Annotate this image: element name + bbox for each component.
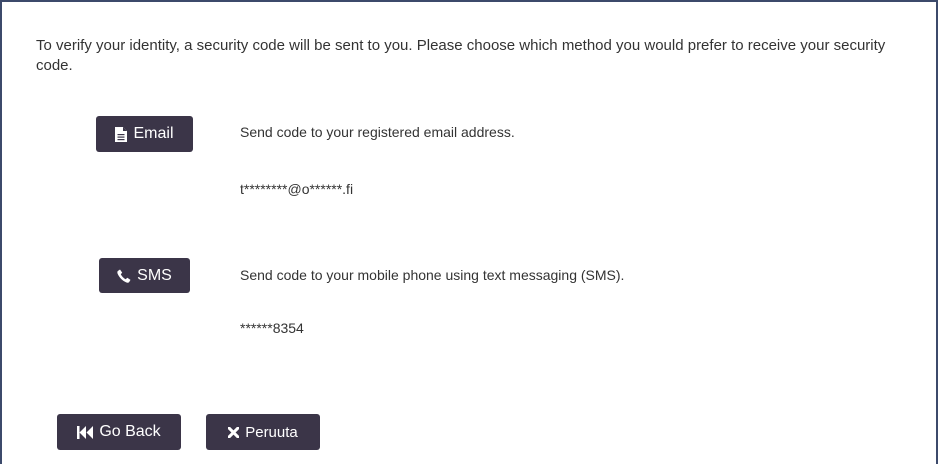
phone-icon — [117, 269, 131, 283]
document-icon — [115, 126, 128, 142]
intro-text: To verify your identity, a security code… — [36, 37, 886, 74]
cancel-label: Peruuta — [245, 423, 298, 441]
go-back-button[interactable]: Go Back — [57, 414, 181, 450]
email-button-label: Email — [133, 125, 174, 142]
cancel-button[interactable]: Peruuta — [206, 414, 320, 450]
email-method-button[interactable]: Email — [96, 116, 193, 152]
email-description: Send code to your registered email addre… — [240, 124, 515, 140]
fast-backward-icon — [77, 425, 94, 439]
sms-method-button[interactable]: SMS — [99, 258, 190, 293]
masked-phone: ******8354 — [240, 320, 304, 336]
close-icon — [228, 426, 240, 438]
sms-description: Send code to your mobile phone using tex… — [240, 267, 625, 283]
masked-email: t********@o******.fi — [240, 181, 354, 197]
go-back-label: Go Back — [99, 423, 161, 440]
verification-panel: To verify your identity, a security code… — [0, 0, 938, 464]
sms-button-label: SMS — [137, 266, 172, 284]
